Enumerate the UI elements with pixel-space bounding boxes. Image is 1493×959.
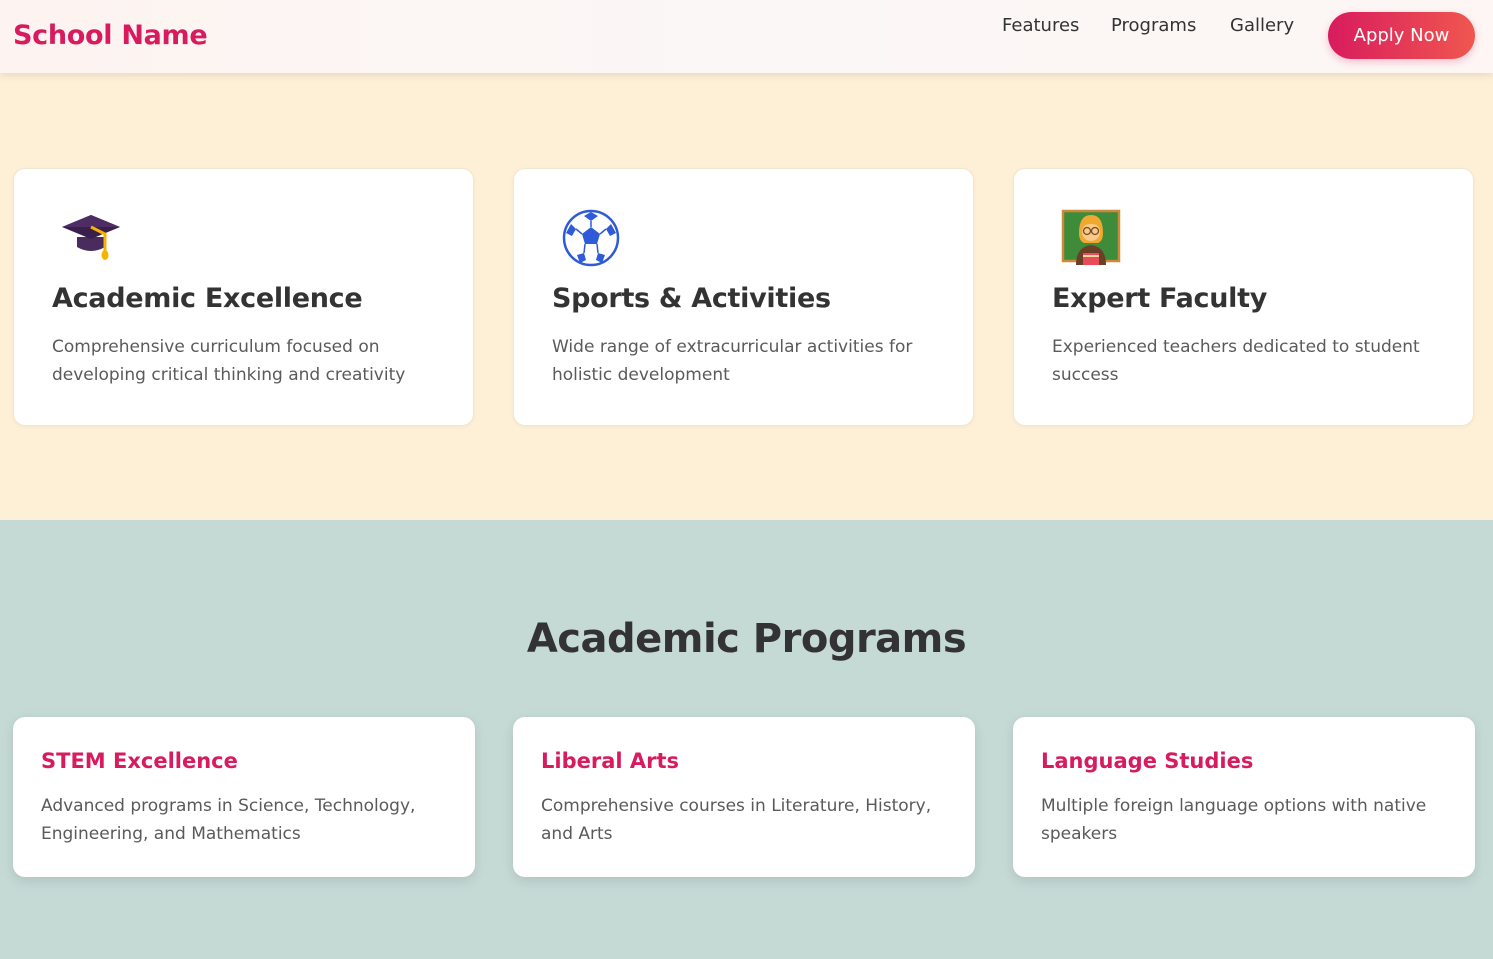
nav-gallery[interactable]: Gallery xyxy=(1230,15,1294,36)
feature-description: Experienced teachers dedicated to studen… xyxy=(1052,337,1420,385)
graduation-cap-icon xyxy=(60,207,122,269)
program-card: STEM Excellence Advanced programs in Sci… xyxy=(13,717,475,877)
apply-now-button[interactable]: Apply Now xyxy=(1328,12,1475,59)
soccer-ball-icon xyxy=(560,207,622,269)
program-description: Comprehensive courses in Literature, His… xyxy=(541,796,932,844)
feature-title: Expert Faculty xyxy=(1052,283,1267,314)
site-logo[interactable]: School Name xyxy=(13,20,208,51)
program-description: Multiple foreign language options with n… xyxy=(1041,796,1427,844)
programs-heading: Academic Programs xyxy=(526,616,967,662)
feature-title: Academic Excellence xyxy=(52,283,363,314)
program-title: Liberal Arts xyxy=(541,749,680,773)
program-description: Advanced programs in Science, Technology… xyxy=(41,796,416,844)
feature-description: Comprehensive curriculum focused on deve… xyxy=(52,337,406,385)
feature-description: Wide range of extracurricular activities… xyxy=(552,337,913,385)
teacher-icon xyxy=(1060,207,1122,269)
program-title: Language Studies xyxy=(1041,749,1254,773)
nav-programs[interactable]: Programs xyxy=(1111,15,1196,36)
feature-card: Sports & Activities Wide range of extrac… xyxy=(513,168,974,426)
feature-card: Academic Excellence Comprehensive curric… xyxy=(13,168,474,426)
feature-title: Sports & Activities xyxy=(552,283,831,314)
nav-features[interactable]: Features xyxy=(1002,15,1079,36)
programs-section: Academic Programs STEM Excellence Advanc… xyxy=(0,520,1493,959)
program-title: STEM Excellence xyxy=(41,749,238,773)
feature-card: Expert Faculty Experienced teachers dedi… xyxy=(1013,168,1474,426)
program-card: Language Studies Multiple foreign langua… xyxy=(1013,717,1475,877)
site-header: School Name Features Programs Gallery Ap… xyxy=(0,0,1493,73)
program-card: Liberal Arts Comprehensive courses in Li… xyxy=(513,717,975,877)
features-section: Academic Excellence Comprehensive curric… xyxy=(0,73,1493,520)
